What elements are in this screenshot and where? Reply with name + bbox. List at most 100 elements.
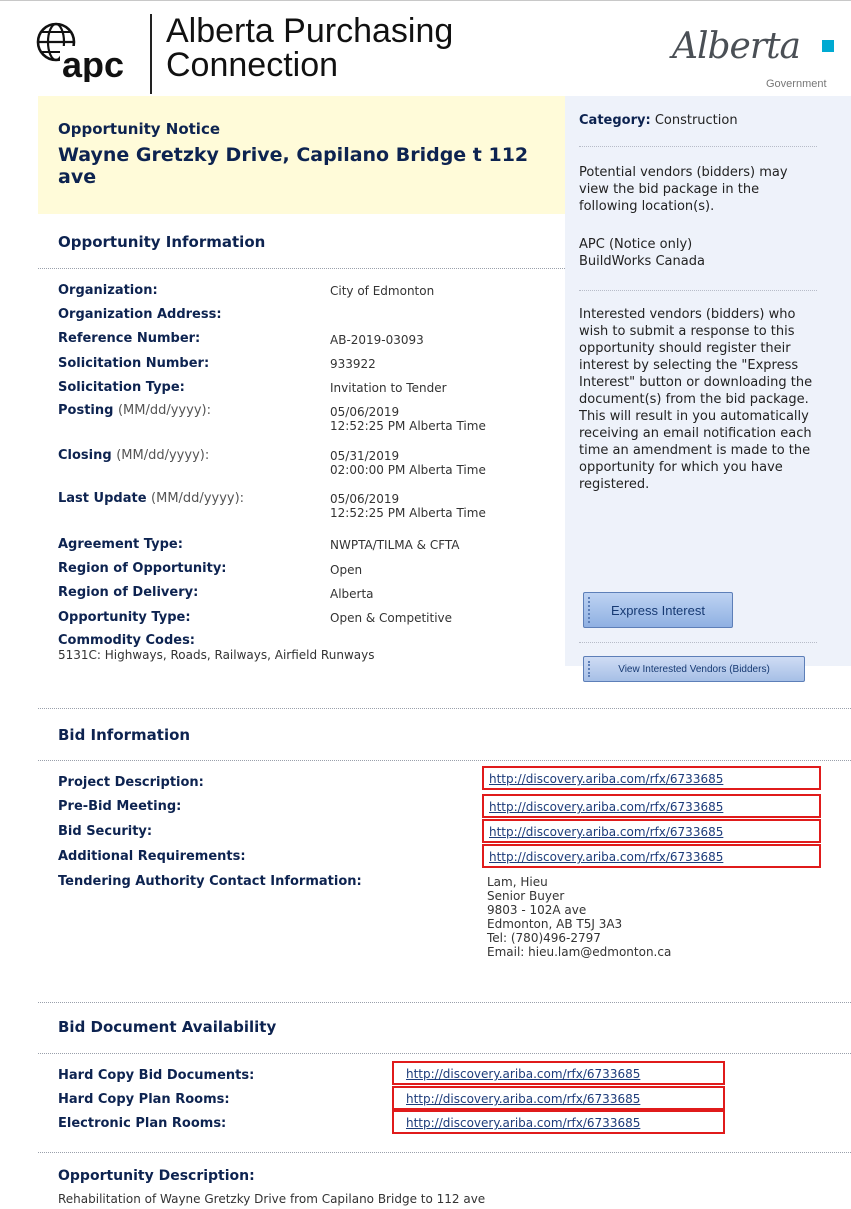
- hard-copy-bid-documents-link[interactable]: http://discovery.ariba.com/rfx/6733685: [406, 1067, 640, 1081]
- solicitation-number-value: 933922: [330, 357, 376, 371]
- posting-value: 05/06/2019 12:52:25 PM Alberta Time: [330, 405, 486, 433]
- government-label: Government: [766, 78, 827, 90]
- region-of-opportunity-label: Region of Opportunity:: [58, 561, 227, 576]
- alberta-flag-icon: [822, 40, 834, 52]
- view-interested-vendors-button[interactable]: View Interested Vendors (Bidders): [583, 656, 805, 682]
- logo-divider: [150, 14, 152, 94]
- bid-security-link[interactable]: http://discovery.ariba.com/rfx/6733685: [489, 825, 723, 839]
- last-update-label-text: Last Update: [58, 491, 147, 506]
- hard-copy-bid-documents-link-box: http://discovery.ariba.com/rfx/6733685: [392, 1061, 725, 1085]
- category-label: Category:: [579, 113, 651, 128]
- sidebar-divider: [579, 146, 817, 147]
- hard-copy-bid-documents-label: Hard Copy Bid Documents:: [58, 1068, 255, 1083]
- posting-label: Posting (MM/dd/yyyy):: [58, 403, 211, 418]
- opportunity-information-heading: Opportunity Information: [58, 233, 266, 251]
- bid-security-link-box: http://discovery.ariba.com/rfx/6733685: [482, 819, 821, 843]
- contact-phone: Tel: (780)496-2797: [487, 931, 601, 945]
- agreement-type-value: NWPTA/TILMA & CFTA: [330, 538, 460, 552]
- closing-value: 05/31/2019 02:00:00 PM Alberta Time: [330, 449, 486, 477]
- section-divider: [38, 268, 565, 269]
- contact-city: Edmonton, AB T5J 3A3: [487, 917, 623, 931]
- electronic-plan-rooms-link-box: http://discovery.ariba.com/rfx/6733685: [392, 1110, 725, 1134]
- reference-number-label: Reference Number:: [58, 331, 201, 346]
- opportunity-description-heading: Opportunity Description:: [58, 1168, 255, 1184]
- contact-email: Email: hieu.lam@edmonton.ca: [487, 945, 672, 959]
- sidebar-panel: Category: Construction Potential vendors…: [565, 96, 851, 666]
- contact-info-value: Lam, Hieu Senior Buyer 9803 - 102A ave E…: [487, 875, 671, 959]
- electronic-plan-rooms-label: Electronic Plan Rooms:: [58, 1116, 227, 1131]
- site-title: Alberta Purchasing Connection: [166, 14, 453, 82]
- alberta-government-logo: Alberta Government: [672, 26, 842, 96]
- posting-date-format: (MM/dd/yyyy):: [117, 403, 211, 418]
- project-description-label: Project Description:: [58, 775, 204, 790]
- solicitation-number-label: Solicitation Number:: [58, 356, 210, 371]
- contact-title: Senior Buyer: [487, 889, 565, 903]
- opportunity-description-text: Rehabilitation of Wayne Gretzky Drive fr…: [58, 1192, 486, 1206]
- view-location-text: Potential vendors (bidders) may view the…: [579, 165, 788, 214]
- pre-bid-meeting-link-box: http://discovery.ariba.com/rfx/6733685: [482, 794, 821, 818]
- sidebar-divider: [579, 290, 817, 291]
- section-divider: [38, 1002, 851, 1003]
- opportunity-notice-header: Opportunity Notice Wayne Gretzky Drive, …: [38, 96, 565, 214]
- top-border: [0, 0, 851, 1]
- section-divider: [38, 1152, 851, 1153]
- project-description-link-box: http://discovery.ariba.com/rfx/6733685: [482, 766, 821, 790]
- view-interested-vendors-button-label: View Interested Vendors (Bidders): [618, 664, 770, 675]
- opportunity-type-label: Opportunity Type:: [58, 610, 191, 625]
- alberta-wordmark: Alberta: [672, 26, 801, 67]
- additional-requirements-link[interactable]: http://discovery.ariba.com/rfx/6733685: [489, 850, 723, 864]
- express-interest-button-label: Express Interest: [611, 603, 705, 618]
- posting-time: 12:52:25 PM Alberta Time: [330, 419, 486, 433]
- bid-document-availability-heading: Bid Document Availability: [58, 1018, 277, 1036]
- contact-name: Lam, Hieu: [487, 875, 548, 889]
- button-grip-icon: [588, 661, 592, 677]
- organization-value: City of Edmonton: [330, 284, 435, 298]
- hard-copy-plan-rooms-label: Hard Copy Plan Rooms:: [58, 1092, 230, 1107]
- section-divider: [38, 1053, 851, 1054]
- location-2: BuildWorks Canada: [579, 254, 705, 269]
- bid-information-heading: Bid Information: [58, 726, 191, 744]
- solicitation-type-label: Solicitation Type:: [58, 380, 185, 395]
- site-title-line1: Alberta Purchasing: [166, 12, 454, 50]
- solicitation-type-value: Invitation to Tender: [330, 381, 447, 395]
- agreement-type-label: Agreement Type:: [58, 537, 183, 552]
- posting-label-text: Posting: [58, 403, 114, 418]
- closing-label: Closing (MM/dd/yyyy):: [58, 448, 209, 463]
- commodity-codes-value: 5131C: Highways, Roads, Railways, Airfie…: [58, 648, 375, 662]
- organization-label: Organization:: [58, 283, 158, 298]
- closing-label-text: Closing: [58, 448, 112, 463]
- commodity-codes-label: Commodity Codes:: [58, 633, 196, 648]
- pre-bid-meeting-link[interactable]: http://discovery.ariba.com/rfx/6733685: [489, 800, 723, 814]
- express-interest-button[interactable]: Express Interest: [583, 592, 733, 628]
- bid-security-label: Bid Security:: [58, 824, 153, 839]
- hard-copy-plan-rooms-link[interactable]: http://discovery.ariba.com/rfx/6733685: [406, 1092, 640, 1106]
- section-divider: [38, 708, 851, 709]
- reference-number-value: AB-2019-03093: [330, 333, 424, 347]
- site-title-line2: Connection: [166, 46, 339, 84]
- location-1: APC (Notice only): [579, 237, 693, 252]
- contact-info-label: Tendering Authority Contact Information:: [58, 874, 362, 889]
- contact-street: 9803 - 102A ave: [487, 903, 587, 917]
- closing-time: 02:00:00 PM Alberta Time: [330, 463, 486, 477]
- region-of-opportunity-value: Open: [330, 563, 363, 577]
- hard-copy-plan-rooms-link-box: http://discovery.ariba.com/rfx/6733685: [392, 1086, 725, 1110]
- region-of-delivery-label: Region of Delivery:: [58, 585, 199, 600]
- opportunity-title: Wayne Gretzky Drive, Capilano Bridge t 1…: [58, 144, 529, 188]
- posting-date: 05/06/2019: [330, 405, 400, 419]
- apc-logo: apc: [36, 22, 138, 82]
- electronic-plan-rooms-link[interactable]: http://discovery.ariba.com/rfx/6733685: [406, 1116, 640, 1130]
- project-description-link[interactable]: http://discovery.ariba.com/rfx/6733685: [489, 772, 723, 786]
- section-divider: [38, 760, 851, 761]
- sidebar-divider: [579, 642, 817, 643]
- additional-requirements-label: Additional Requirements:: [58, 849, 246, 864]
- additional-requirements-link-box: http://discovery.ariba.com/rfx/6733685: [482, 844, 821, 868]
- closing-date-format: (MM/dd/yyyy):: [116, 448, 210, 463]
- apc-logo-text: apc: [62, 44, 124, 82]
- button-grip-icon: [588, 597, 592, 623]
- express-interest-text: Interested vendors (bidders) who wish to…: [579, 307, 813, 492]
- last-update-time: 12:52:25 PM Alberta Time: [330, 506, 486, 520]
- last-update-date: 05/06/2019: [330, 492, 400, 506]
- last-update-value: 05/06/2019 12:52:25 PM Alberta Time: [330, 492, 486, 520]
- last-update-date-format: (MM/dd/yyyy):: [151, 491, 245, 506]
- pre-bid-meeting-label: Pre-Bid Meeting:: [58, 799, 182, 814]
